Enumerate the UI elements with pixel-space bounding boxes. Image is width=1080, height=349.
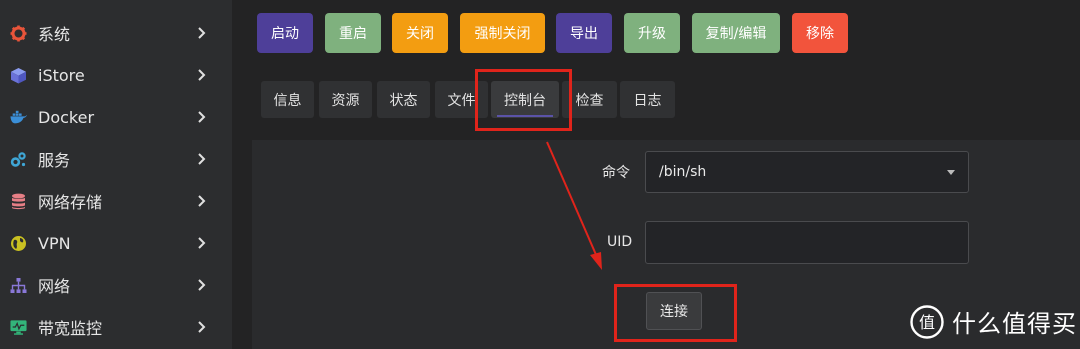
chevron-right-icon xyxy=(198,153,206,165)
chevron-right-icon xyxy=(198,279,206,291)
sidebar-item-label: 带宽监控 xyxy=(38,319,103,338)
uid-input[interactable] xyxy=(645,221,969,264)
highlight-console-tab xyxy=(475,69,572,131)
sidebar-item-services[interactable]: 服务 xyxy=(0,138,232,180)
sidebar-item-network[interactable]: 网络 xyxy=(0,264,232,306)
duplicate-edit-button[interactable]: 复制/编辑 xyxy=(692,13,780,53)
sidebar-item-vpn[interactable]: VPN xyxy=(0,222,232,264)
chevron-right-icon xyxy=(198,195,206,207)
sidebar-item-label: Docker xyxy=(38,107,95,127)
sidebar: 系统 iStore Docker 服务 网络存储 VPN 网络 带宽监控 xyxy=(0,0,232,349)
annotation-arrow-icon xyxy=(546,141,602,270)
database-icon xyxy=(10,193,27,210)
sidebar-item-istore[interactable]: iStore xyxy=(0,54,232,96)
export-button[interactable]: 导出 xyxy=(556,13,612,53)
force-stop-button[interactable]: 强制关闭 xyxy=(460,13,545,53)
tab-info[interactable]: 信息 xyxy=(261,81,314,118)
stop-button[interactable]: 关闭 xyxy=(392,13,448,53)
chevron-down-icon xyxy=(947,170,955,175)
sidebar-item-docker[interactable]: Docker xyxy=(0,96,232,138)
sidebar-item-label: VPN xyxy=(38,233,71,253)
watermark-glyph: 值 xyxy=(919,313,935,332)
docker-whale-icon xyxy=(10,109,27,126)
vpn-globe-icon xyxy=(10,235,27,252)
watermark: 值 什么值得买 xyxy=(910,304,1077,339)
command-select[interactable]: /bin/sh xyxy=(645,151,969,193)
sidebar-item-label: 系统 xyxy=(38,25,71,44)
chevron-right-icon xyxy=(198,27,206,39)
sidebar-item-network-storage[interactable]: 网络存储 xyxy=(0,180,232,222)
tab-status[interactable]: 状态 xyxy=(377,81,430,118)
watermark-logo-icon: 值 xyxy=(910,304,944,339)
chevron-right-icon xyxy=(198,111,206,123)
start-button[interactable]: 启动 xyxy=(257,13,313,53)
chevron-right-icon xyxy=(198,321,206,333)
chevron-right-icon xyxy=(198,237,206,249)
sidebar-item-label: 服务 xyxy=(38,151,71,170)
uid-label: UID xyxy=(607,234,633,250)
network-tree-icon xyxy=(10,277,27,294)
monitor-icon xyxy=(10,319,27,336)
services-gears-icon xyxy=(10,151,27,168)
sidebar-item-system[interactable]: 系统 xyxy=(0,12,232,54)
remove-button[interactable]: 移除 xyxy=(792,13,848,53)
tab-resources[interactable]: 资源 xyxy=(319,81,372,118)
sidebar-item-label: 网络 xyxy=(38,277,71,296)
restart-button[interactable]: 重启 xyxy=(325,13,381,53)
gear-icon xyxy=(10,25,27,42)
watermark-text: 什么值得买 xyxy=(952,310,1077,338)
command-value: /bin/sh xyxy=(659,164,707,180)
tab-logs[interactable]: 日志 xyxy=(620,81,675,118)
chevron-right-icon xyxy=(198,69,206,81)
sidebar-item-bandwidth-monitor[interactable]: 带宽监控 xyxy=(0,306,232,348)
sidebar-item-label: iStore xyxy=(38,65,85,85)
sidebar-item-label: 网络存储 xyxy=(38,193,103,212)
cube-icon xyxy=(10,67,27,84)
upgrade-button[interactable]: 升级 xyxy=(624,13,680,53)
highlight-connect-button xyxy=(614,284,737,342)
